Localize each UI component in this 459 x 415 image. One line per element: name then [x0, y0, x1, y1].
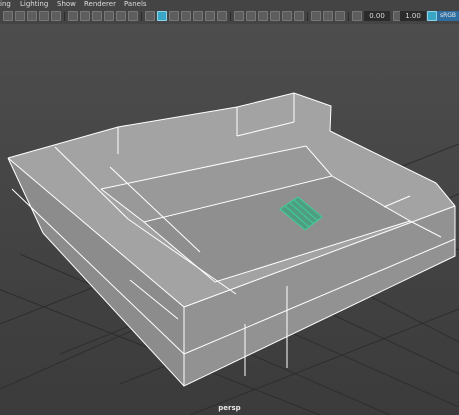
toolbar-divider [348, 12, 349, 21]
grid-icon[interactable] [68, 11, 78, 21]
safe-action-icon[interactable] [128, 11, 138, 21]
gate-mask-icon[interactable] [104, 11, 114, 21]
menu-show[interactable]: Show [57, 0, 76, 9]
lock-camera-icon[interactable] [15, 11, 25, 21]
frame-selection-icon[interactable] [335, 11, 345, 21]
exposure-field[interactable]: 0.00 [364, 11, 390, 21]
menu-renderer[interactable]: Renderer [84, 0, 116, 9]
toolbar-divider [307, 12, 308, 21]
mesh-object[interactable] [7, 92, 456, 387]
xray-joints-icon[interactable] [246, 11, 256, 21]
select-camera-icon[interactable] [3, 11, 13, 21]
shadows-icon[interactable] [205, 11, 215, 21]
screen-space-ao-icon[interactable] [258, 11, 268, 21]
perspective-viewport[interactable]: persp [0, 24, 459, 415]
panel-toolbar: 0.00 1.00 sRGB [0, 9, 459, 25]
menu-panels[interactable]: Panels [124, 0, 147, 9]
exposure-icon[interactable] [352, 11, 362, 21]
xray-icon[interactable] [217, 11, 227, 21]
resolution-gate-icon[interactable] [92, 11, 102, 21]
antialiasing-icon[interactable] [282, 11, 292, 21]
image-plane-icon[interactable] [51, 11, 61, 21]
camera-attributes-icon[interactable] [27, 11, 37, 21]
maya-viewport-panel: ing Lighting Show Renderer Panels 0.00 1… [0, 0, 459, 415]
smooth-shade-icon[interactable] [157, 11, 167, 21]
color-management-icon[interactable] [427, 11, 437, 21]
toolbar-divider [141, 12, 142, 21]
menu-lighting[interactable]: Lighting [20, 0, 48, 9]
viewport-renderer-icon[interactable] [311, 11, 321, 21]
camera-name-label: persp [218, 404, 241, 412]
motion-blur-icon[interactable] [270, 11, 280, 21]
scene-canvas[interactable] [0, 24, 459, 415]
wireframe-on-shaded-icon[interactable] [169, 11, 179, 21]
field-chart-icon[interactable] [116, 11, 126, 21]
bookmarks-icon[interactable] [39, 11, 49, 21]
use-all-lights-icon[interactable] [193, 11, 203, 21]
textured-icon[interactable] [181, 11, 191, 21]
gamma-field[interactable]: 1.00 [400, 11, 426, 21]
hud-icon[interactable] [323, 11, 333, 21]
isolate-select-icon[interactable] [234, 11, 244, 21]
color-space-label[interactable]: sRGB [437, 11, 459, 21]
toolbar-divider [230, 12, 231, 21]
depth-of-field-icon[interactable] [294, 11, 304, 21]
menu-shading[interactable]: ing [0, 0, 11, 9]
wireframe-icon[interactable] [145, 11, 155, 21]
film-gate-icon[interactable] [80, 11, 90, 21]
toolbar-divider [64, 12, 65, 21]
panel-menubar: ing Lighting Show Renderer Panels [0, 0, 459, 9]
